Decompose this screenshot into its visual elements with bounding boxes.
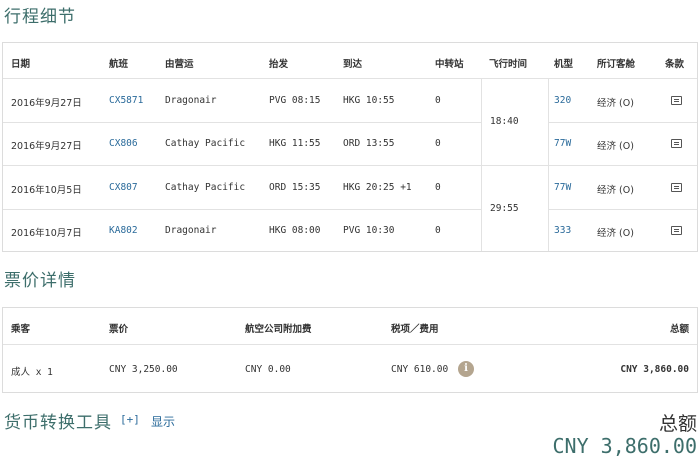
flight-link[interactable]: KA802 [109, 225, 138, 236]
row-cabin: 经济 (O) [597, 98, 634, 109]
currency-expand-toggle[interactable]: [+] [120, 413, 140, 426]
currency-show-link[interactable]: 显示 [151, 413, 175, 430]
col-operated-by: 由营运 [165, 59, 194, 70]
itinerary-title: 行程细节 [4, 7, 76, 27]
row-passenger: 成人 x 1 [11, 367, 53, 378]
divider [3, 344, 697, 345]
divider [548, 209, 697, 210]
row-cabin: 经济 (O) [597, 185, 634, 196]
document-icon[interactable] [671, 139, 682, 148]
col-date: 日期 [11, 59, 31, 70]
flight-link[interactable]: CX806 [109, 138, 138, 149]
col-total: 总额 [669, 324, 689, 335]
aircraft-link[interactable]: 320 [554, 95, 571, 106]
col-fare: 票价 [109, 324, 129, 335]
col-cabin: 所订客舱 [597, 59, 636, 70]
row-date: 2016年10月5日 [11, 185, 82, 196]
divider [3, 122, 481, 123]
row-total: CNY 3,860.00 [620, 364, 689, 375]
row-cabin: 经济 (O) [597, 141, 634, 152]
divider [3, 209, 481, 210]
row-date: 2016年9月27日 [11, 141, 82, 152]
row-arrive: HKG 20:25 +1 [343, 182, 412, 193]
document-icon[interactable] [671, 183, 682, 192]
divider [3, 165, 697, 166]
grand-total-value: CNY 3,860.00 [552, 434, 698, 458]
col-surcharge: 航空公司附加费 [245, 324, 312, 335]
col-flight: 航班 [109, 59, 129, 70]
row-cabin: 经济 (O) [597, 228, 634, 239]
row-stops: 0 [435, 182, 441, 193]
row-operated-by: Dragonair [165, 95, 217, 106]
row-fare: CNY 3,250.00 [109, 364, 178, 375]
row-depart: PVG 08:15 [269, 95, 321, 106]
row-stops: 0 [435, 138, 441, 149]
divider [481, 78, 482, 251]
aircraft-link[interactable]: 77W [554, 138, 571, 149]
aircraft-link[interactable]: 333 [554, 225, 571, 236]
row-depart: HKG 11:55 [269, 138, 321, 149]
col-depart: 抬发 [269, 59, 289, 70]
segment-duration: 18:40 [490, 116, 519, 127]
flight-link[interactable]: CX807 [109, 182, 138, 193]
document-icon[interactable] [671, 226, 682, 235]
currency-converter-title: 货币转换工具 [4, 413, 112, 433]
col-stops: 中转站 [435, 59, 464, 70]
col-taxes: 税项／费用 [391, 324, 439, 335]
segment-duration: 29:55 [490, 203, 519, 214]
grand-total-label: 总额 [658, 413, 697, 435]
row-depart: HKG 08:00 [269, 225, 321, 236]
row-stops: 0 [435, 225, 441, 236]
aircraft-link[interactable]: 77W [554, 182, 571, 193]
row-arrive: ORD 13:55 [343, 138, 395, 149]
fare-title: 票价详情 [4, 271, 76, 291]
document-icon[interactable] [671, 96, 682, 105]
row-arrive: PVG 10:30 [343, 225, 395, 236]
itinerary-table: 日期 航班 由营运 抬发 到达 中转站 飞行时间 机型 所订客舱 条款 2016… [2, 42, 698, 252]
row-operated-by: Cathay Pacific [165, 182, 246, 193]
col-aircraft: 机型 [554, 59, 574, 70]
row-surcharge: CNY 0.00 [245, 364, 291, 375]
col-arrive: 到达 [343, 59, 363, 70]
row-depart: ORD 15:35 [269, 182, 321, 193]
col-passenger: 乘客 [11, 324, 31, 335]
row-taxes: CNY 610.00 [391, 364, 449, 375]
flight-link[interactable]: CX5871 [109, 95, 143, 106]
fare-table: 乘客 票价 航空公司附加费 税项／费用 总额 成人 x 1 CNY 3,250.… [2, 307, 698, 393]
info-icon[interactable]: i [458, 361, 474, 377]
row-date: 2016年10月7日 [11, 228, 82, 239]
divider [548, 122, 697, 123]
row-date: 2016年9月27日 [11, 98, 82, 109]
divider [548, 78, 549, 251]
row-arrive: HKG 10:55 [343, 95, 395, 106]
col-terms: 条款 [665, 59, 685, 70]
row-stops: 0 [435, 95, 441, 106]
row-operated-by: Cathay Pacific [165, 138, 246, 149]
col-duration: 飞行时间 [489, 59, 528, 70]
row-operated-by: Dragonair [165, 225, 217, 236]
divider [3, 78, 697, 79]
